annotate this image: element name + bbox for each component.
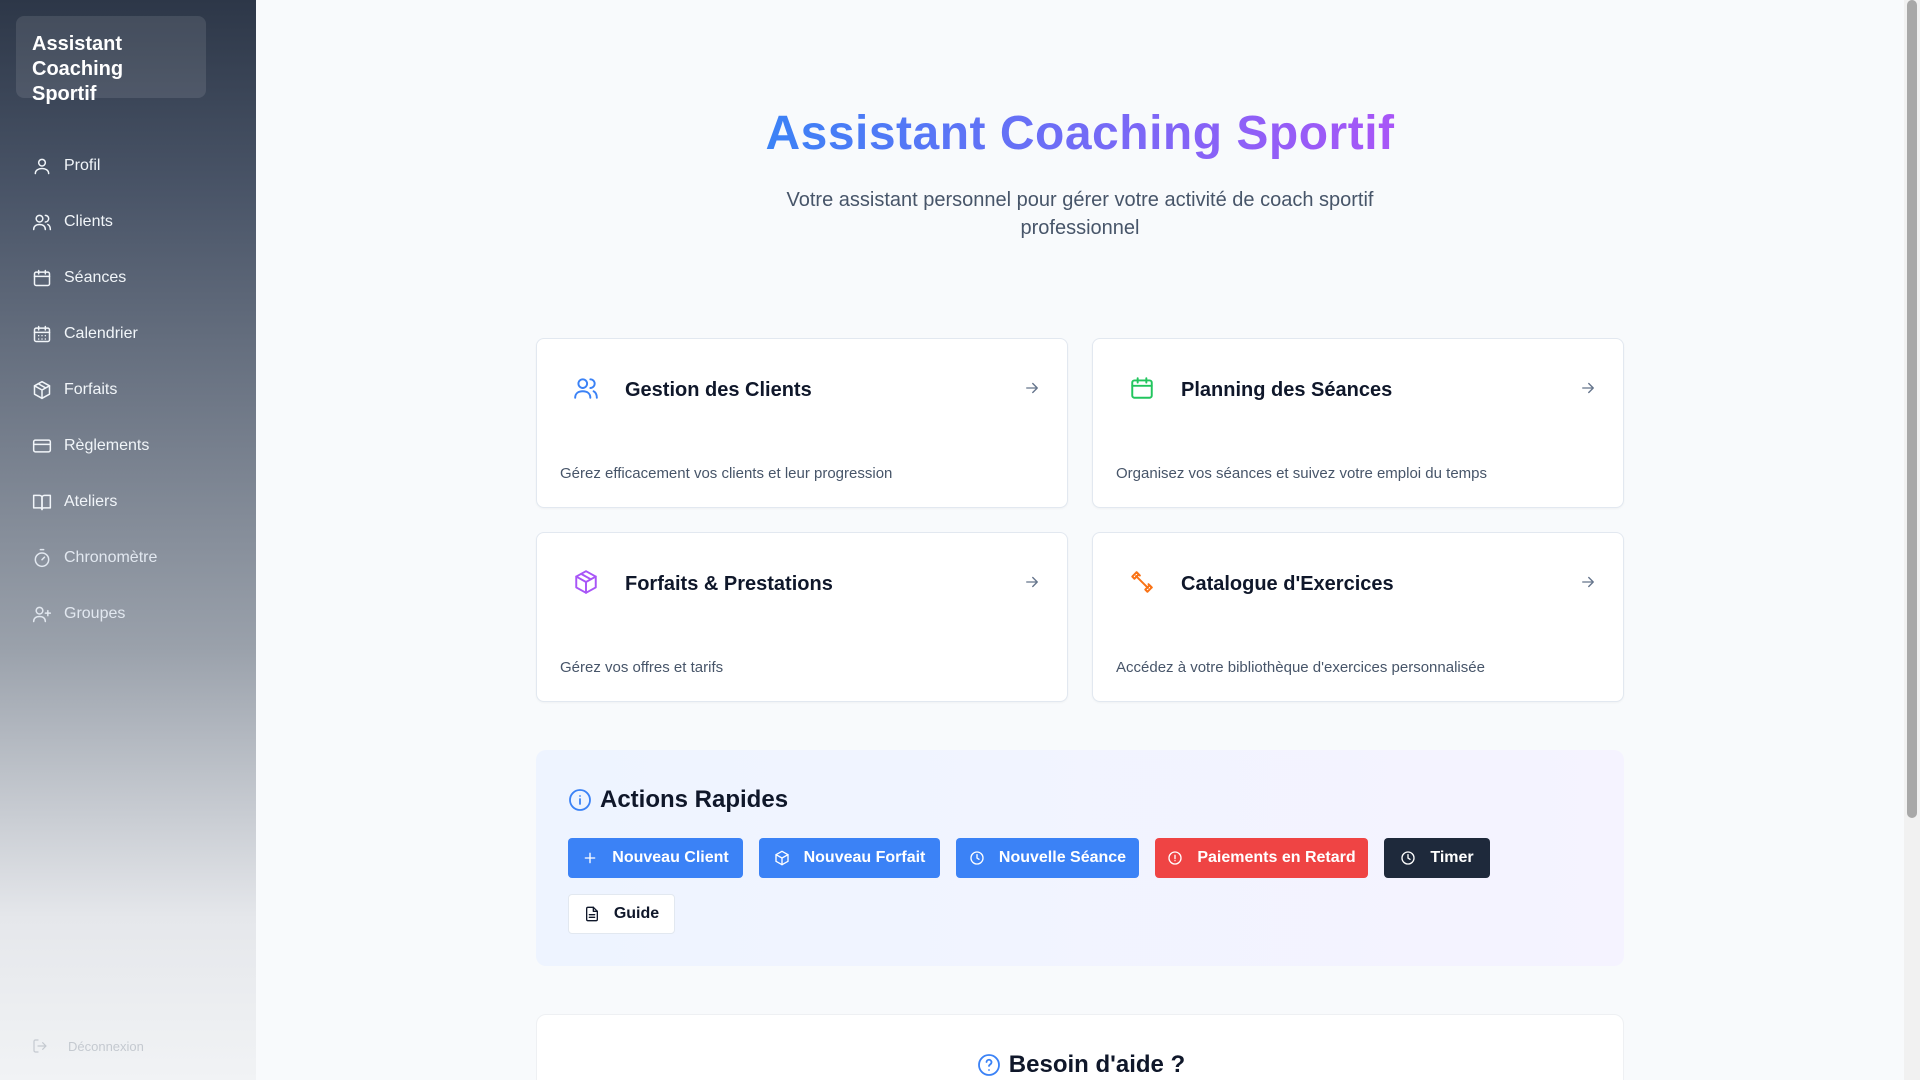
new-forfait-button[interactable]: Nouveau Forfait: [759, 838, 940, 878]
sidebar-item-label: Groupes: [64, 605, 126, 622]
page-subtitle: Votre assistant personnel pour gérer vot…: [786, 189, 1374, 239]
guide-button[interactable]: Guide: [568, 894, 675, 934]
package-icon: [32, 380, 52, 400]
sidebar-item-clients[interactable]: Clients: [0, 194, 256, 250]
timer-button[interactable]: Timer: [1384, 838, 1490, 878]
package-icon: [573, 569, 599, 595]
users-icon: [573, 375, 599, 401]
timer-icon: [32, 548, 52, 568]
arrow-right-icon: [1579, 573, 1597, 591]
file-text-icon: [585, 906, 598, 922]
card-description: Accédez à votre bibliothèque d'exercices…: [1116, 659, 1485, 676]
sidebar-item-label: Ateliers: [64, 493, 118, 510]
sidebar-item-label: Chronomètre: [64, 549, 158, 566]
package-icon: [774, 850, 789, 866]
card-title: Catalogue d'Exercices: [1181, 573, 1394, 595]
sidebar-item-label: Forfaits: [64, 381, 118, 398]
button-label: Nouveau Client: [612, 849, 729, 866]
button-label: Paiements en Retard: [1197, 849, 1356, 866]
card-catalogue-exercices[interactable]: Catalogue d'Exercices Accédez à votre bi…: [1092, 532, 1624, 702]
calendar-icon: [32, 268, 52, 288]
sidebar-item-label: Séances: [64, 269, 127, 286]
arrow-right-icon: [1023, 573, 1041, 591]
card-gestion-clients[interactable]: Gestion des Clients Gérez efficacement v…: [536, 338, 1068, 508]
sidebar-item-chronometre[interactable]: Chronomètre: [0, 530, 256, 586]
sidebar-nav: Profil Clients Séances Calendrier Forfai…: [0, 138, 256, 642]
book-open-icon: [32, 492, 52, 512]
logout-label: Déconnexion: [68, 1038, 144, 1054]
new-seance-button[interactable]: Nouvelle Séance: [956, 838, 1139, 878]
button-label: Guide: [613, 905, 660, 922]
help-heading: Besoin d'aide ?: [537, 1051, 1625, 1079]
arrow-right-icon: [1023, 379, 1041, 397]
new-client-button[interactable]: Nouveau Client: [568, 838, 743, 878]
sidebar-item-seances[interactable]: Séances: [0, 250, 256, 306]
app-brand[interactable]: Assistant Coaching Sportif: [16, 16, 206, 105]
sidebar-item-ateliers[interactable]: Ateliers: [0, 474, 256, 530]
help-circle-icon: [977, 1054, 1000, 1076]
card-title: Planning des Séances: [1181, 379, 1393, 401]
arrow-right-icon: [1579, 379, 1597, 397]
logout-button[interactable]: Déconnexion: [32, 1038, 144, 1054]
card-title: Gestion des Clients: [625, 379, 812, 401]
sidebar-item-forfaits[interactable]: Forfaits: [0, 362, 256, 418]
sidebar-item-groupes[interactable]: Groupes: [0, 586, 256, 642]
credit-card-icon: [32, 436, 52, 456]
main-content: Assistant Coaching Sportif Votre assista…: [256, 0, 1904, 1080]
card-title: Forfaits & Prestations: [625, 573, 833, 595]
alert-circle-icon: [1168, 851, 1183, 865]
quick-actions-heading: Actions Rapides: [568, 786, 788, 814]
sidebar: Assistant Coaching Sportif Profil Client…: [0, 0, 256, 1080]
button-label: Nouvelle Séance: [998, 849, 1127, 866]
sidebar-item-label: Calendrier: [64, 325, 138, 342]
card-description: Organisez vos séances et suivez votre em…: [1116, 465, 1488, 482]
quick-actions-panel: Actions Rapides Nouveau Client Nouveau F…: [536, 750, 1624, 966]
page-title: Assistant Coaching Sportif: [765, 107, 1395, 160]
help-title: Besoin d'aide ?: [1008, 1051, 1186, 1078]
calendar-icon: [1129, 375, 1155, 401]
sidebar-item-profil[interactable]: Profil: [0, 138, 256, 194]
sidebar-item-label: Règlements: [64, 437, 150, 454]
user-icon: [32, 156, 52, 176]
late-payments-button[interactable]: Paiements en Retard: [1155, 838, 1368, 878]
card-description: Gérez efficacement vos clients et leur p…: [560, 465, 893, 482]
quick-actions-title: Actions Rapides: [600, 786, 789, 813]
logout-icon: [33, 1039, 47, 1053]
clock-icon: [970, 851, 984, 865]
plus-icon: [584, 852, 596, 864]
card-planning-seances[interactable]: Planning des Séances Organisez vos séanc…: [1092, 338, 1624, 508]
help-section: Besoin d'aide ?: [536, 1014, 1624, 1080]
sidebar-item-label: Clients: [64, 213, 113, 230]
button-label: Nouveau Forfait: [803, 849, 926, 866]
sidebar-item-reglements[interactable]: Règlements: [0, 418, 256, 474]
sidebar-item-calendrier[interactable]: Calendrier: [0, 306, 256, 362]
dumbbell-icon: [1129, 569, 1155, 595]
page-scrollbar[interactable]: [1904, 0, 1920, 1080]
users-icon: [32, 212, 52, 232]
user-plus-icon: [32, 604, 52, 624]
card-forfaits-prestations[interactable]: Forfaits & Prestations Gérez vos offres …: [536, 532, 1068, 702]
card-description: Gérez vos offres et tarifs: [560, 659, 724, 676]
scrollbar-thumb[interactable]: [1907, 0, 1917, 818]
info-icon: [569, 789, 591, 811]
clock-icon: [1401, 851, 1416, 865]
sidebar-item-label: Profil: [64, 157, 101, 174]
calendar-days-icon: [32, 324, 52, 344]
button-label: Timer: [1430, 849, 1474, 866]
